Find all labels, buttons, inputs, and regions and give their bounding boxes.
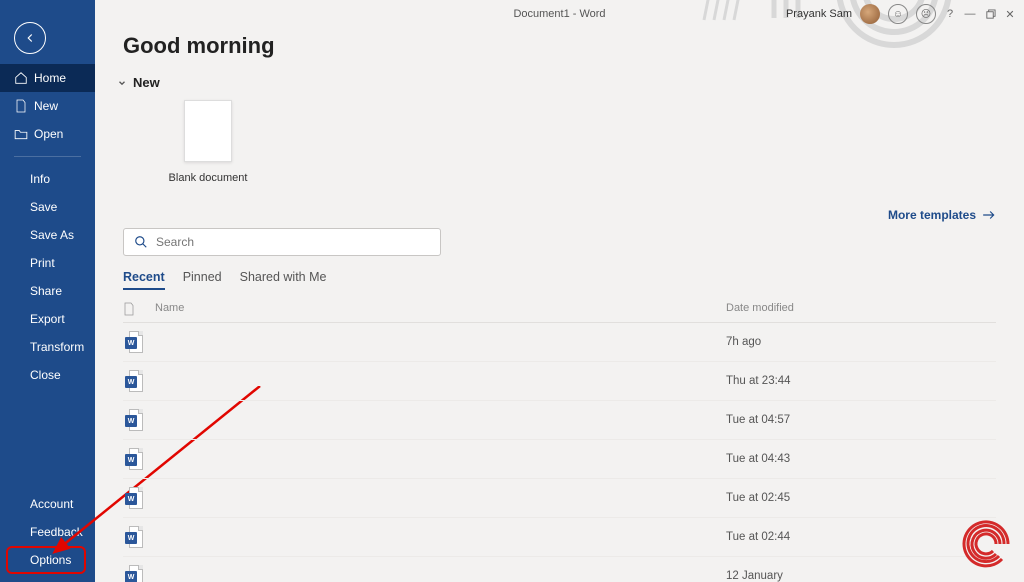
file-date: Tue at 04:43 (726, 453, 996, 465)
file-date: 12 January (726, 570, 996, 582)
titlebar-controls: Prayank Sam ☺ ☹ ? — ✕ (786, 4, 1016, 24)
word-doc-icon: W (125, 487, 143, 509)
blank-page-thumb (184, 100, 232, 162)
nav-transform[interactable]: Transform (0, 333, 95, 361)
file-date: Thu at 23:44 (726, 375, 996, 387)
arrow-right-icon (982, 210, 996, 220)
titlebar: Document1 - Word Prayank Sam ☺ ☹ ? — ✕ (95, 0, 1024, 27)
word-doc-icon: W (125, 526, 143, 548)
nav-label: Open (34, 127, 63, 141)
section-new-label: New (133, 75, 160, 90)
close-icon[interactable]: ✕ (1004, 8, 1016, 20)
greeting-heading: Good morning (123, 33, 996, 59)
minimize-icon[interactable]: — (964, 8, 976, 20)
word-doc-icon: W (125, 331, 143, 353)
main-pane: Document1 - Word Prayank Sam ☺ ☹ ? — ✕ G… (95, 0, 1024, 582)
nav-close[interactable]: Close (0, 361, 95, 389)
feedback-frown-icon[interactable]: ☹ (916, 4, 936, 24)
search-box[interactable] (123, 228, 441, 256)
file-date: Tue at 02:45 (726, 492, 996, 504)
nav-save[interactable]: Save (0, 193, 95, 221)
file-table-header: Name Date modified (123, 296, 996, 323)
file-list: W 7h ago W Thu at 23:44 W Tue at 04:57 W Tue at… (123, 323, 996, 582)
word-doc-icon: W (125, 370, 143, 392)
file-row[interactable]: W Tue at 02:45 (123, 479, 996, 518)
folder-open-icon (14, 127, 28, 141)
tab-recent[interactable]: Recent (123, 270, 165, 290)
file-date: 7h ago (726, 336, 996, 348)
nav-options[interactable]: Options (0, 546, 95, 574)
nav-save-as[interactable]: Save As (0, 221, 95, 249)
nav-home[interactable]: Home (0, 64, 95, 92)
nav-new[interactable]: New (0, 92, 95, 120)
file-row[interactable]: W 12 January (123, 557, 996, 582)
file-row[interactable]: W 7h ago (123, 323, 996, 362)
file-row[interactable]: W Tue at 04:57 (123, 401, 996, 440)
chevron-down-icon (117, 78, 127, 88)
recent-tabs: Recent Pinned Shared with Me (123, 270, 996, 290)
file-row[interactable]: W Thu at 23:44 (123, 362, 996, 401)
restore-icon[interactable] (984, 8, 996, 20)
file-row[interactable]: W Tue at 04:43 (123, 440, 996, 479)
document-title: Document1 - Word (513, 8, 605, 20)
nav-label: New (34, 99, 58, 113)
word-doc-icon: W (125, 565, 143, 582)
search-input[interactable] (156, 235, 430, 249)
help-icon[interactable]: ? (944, 8, 956, 20)
feedback-smile-icon[interactable]: ☺ (888, 4, 908, 24)
tab-shared[interactable]: Shared with Me (240, 270, 327, 290)
nav-divider (14, 156, 81, 157)
nav-feedback[interactable]: Feedback (0, 518, 95, 546)
col-date-header[interactable]: Date modified (726, 302, 996, 316)
word-doc-icon: W (125, 448, 143, 470)
file-row[interactable]: W Tue at 02:44 (123, 518, 996, 557)
nav-info[interactable]: Info (0, 165, 95, 193)
page-icon (123, 302, 135, 316)
file-sidebar: Home New Open Info Save Save As Print Sh… (0, 0, 95, 582)
nav-open[interactable]: Open (0, 120, 95, 148)
file-date: Tue at 02:44 (726, 531, 996, 543)
nav-export[interactable]: Export (0, 305, 95, 333)
back-button[interactable] (14, 22, 46, 54)
more-templates-link[interactable]: More templates (888, 208, 996, 222)
word-doc-icon: W (125, 409, 143, 431)
col-name-header[interactable]: Name (155, 302, 726, 316)
template-blank-document[interactable]: Blank document (153, 100, 263, 184)
page-icon (14, 99, 28, 113)
file-date: Tue at 04:57 (726, 414, 996, 426)
tab-pinned[interactable]: Pinned (183, 270, 222, 290)
user-name[interactable]: Prayank Sam (786, 8, 852, 20)
home-icon (14, 71, 28, 85)
nav-share[interactable]: Share (0, 277, 95, 305)
template-label: Blank document (169, 172, 248, 184)
search-icon (134, 235, 148, 249)
nav-label: Home (34, 71, 66, 85)
section-new-toggle[interactable]: New (117, 75, 996, 90)
avatar[interactable] (860, 4, 880, 24)
nav-print[interactable]: Print (0, 249, 95, 277)
nav-account[interactable]: Account (0, 490, 95, 518)
content-area: Good morning New Blank document More tem… (95, 27, 1024, 582)
